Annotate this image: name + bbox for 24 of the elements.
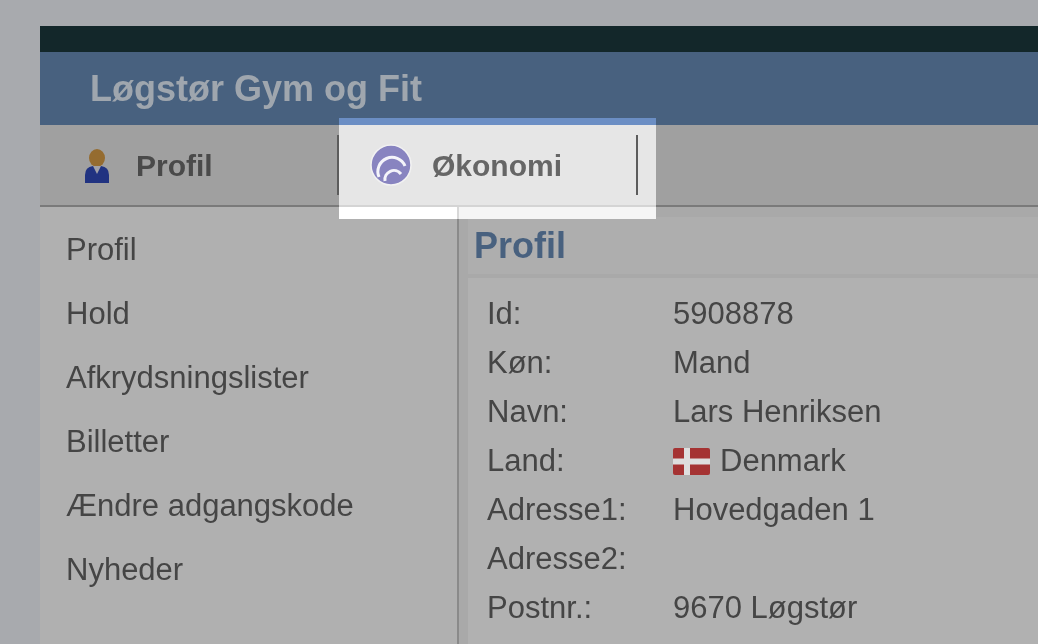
tab[interactable]: Profil <box>40 125 337 205</box>
app-title: Løgstør Gym og Fit <box>90 66 422 111</box>
section-heading: Profil <box>474 223 566 268</box>
sidebar-link[interactable]: Afkrydsningslister <box>66 361 309 395</box>
field-label: Køn: <box>487 344 554 383</box>
field-label: Adresse1: <box>487 491 628 530</box>
field-label: Navn: <box>487 393 569 432</box>
sidebar-link[interactable]: Hold <box>66 297 130 331</box>
field-label: Postnr.: <box>487 589 594 628</box>
sidebar-link[interactable]: Billetter <box>66 425 170 459</box>
field-value: 9670 Løgstør <box>673 589 858 628</box>
swirl-logo-icon <box>370 144 412 186</box>
field-value: 5908878 <box>673 295 794 334</box>
field-value: Mand <box>673 344 751 383</box>
field-value: Hovedgaden 1 <box>673 491 875 530</box>
field-value: Lars Henriksen <box>673 393 882 432</box>
sidebar-link[interactable]: Nyheder <box>66 553 184 587</box>
person-icon <box>84 147 110 183</box>
sidebar-link[interactable]: Ændre adgangskode <box>66 489 354 523</box>
sidebar-link[interactable]: Profil <box>66 233 137 267</box>
field-label: Land: <box>487 442 566 481</box>
field-value: Denmark <box>720 442 846 481</box>
flag-icon <box>673 448 710 475</box>
field-label: Id: <box>487 295 523 334</box>
